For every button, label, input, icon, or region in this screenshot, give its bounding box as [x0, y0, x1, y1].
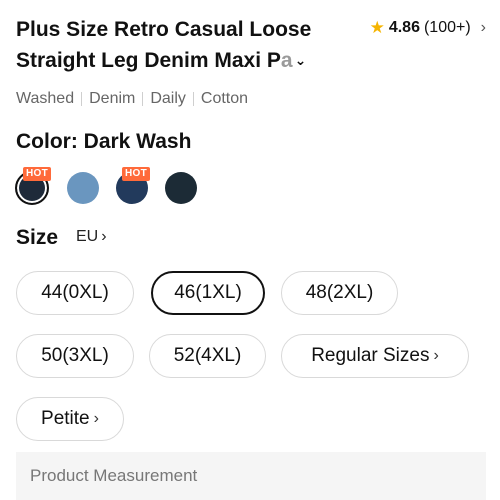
petite-button[interactable]: Petite ›	[16, 397, 124, 441]
star-icon: ★	[369, 18, 385, 37]
size-region-label: EU	[76, 228, 99, 245]
size-option-44[interactable]: 44(0XL)	[16, 271, 134, 315]
size-option-label: 48(2XL)	[305, 282, 374, 303]
petite-label: Petite	[41, 408, 90, 429]
product-measurement-label: Product Measurement	[30, 466, 198, 485]
size-option-48[interactable]: 48(2XL)	[281, 271, 398, 315]
tag: Washed	[16, 90, 75, 107]
hot-badge: HOT	[122, 167, 151, 181]
regular-sizes-label: Regular Sizes	[311, 345, 430, 366]
chevron-down-icon[interactable]: ⌄	[295, 52, 307, 68]
tag: Cotton	[200, 90, 249, 107]
product-measurement-section[interactable]: Product Measurement	[16, 452, 486, 500]
size-option-label: 52(4XL)	[173, 345, 242, 366]
size-option-50[interactable]: 50(3XL)	[16, 334, 134, 378]
tag-divider	[142, 92, 144, 106]
hot-badge: HOT	[23, 167, 52, 181]
tag: Denim	[89, 90, 136, 107]
rating-count: (100+)	[423, 19, 471, 36]
size-label: Size	[16, 226, 59, 249]
chevron-right-icon: ›	[433, 347, 439, 364]
rating-score: 4.86	[388, 19, 420, 36]
size-region-selector[interactable]: EU ›	[76, 228, 107, 246]
size-option-label: 50(3XL)	[41, 345, 109, 366]
tag-divider	[81, 92, 83, 106]
chevron-right-icon: ›	[480, 19, 486, 36]
regular-sizes-button[interactable]: Regular Sizes ›	[281, 334, 469, 378]
tag: Daily	[150, 90, 186, 107]
product-title-line2: Straight Leg Denim Maxi Pa	[16, 49, 293, 72]
size-option-46[interactable]: 46(1XL)	[151, 271, 265, 315]
size-option-label: 46(1XL)	[174, 282, 242, 303]
color-swatch-black-wash[interactable]	[165, 172, 197, 204]
rating[interactable]: ★ 4.86 (100+) ›	[370, 18, 486, 38]
tag-divider	[192, 92, 194, 106]
chevron-right-icon: ›	[93, 410, 99, 427]
color-swatch-light-blue[interactable]	[67, 172, 99, 204]
tag-list: Washed Denim Daily Cotton	[16, 90, 248, 108]
size-option-52[interactable]: 52(4XL)	[149, 334, 266, 378]
chevron-right-icon: ›	[101, 228, 107, 245]
size-option-label: 44(0XL)	[41, 282, 109, 303]
color-label: Color: Dark Wash	[16, 130, 192, 153]
